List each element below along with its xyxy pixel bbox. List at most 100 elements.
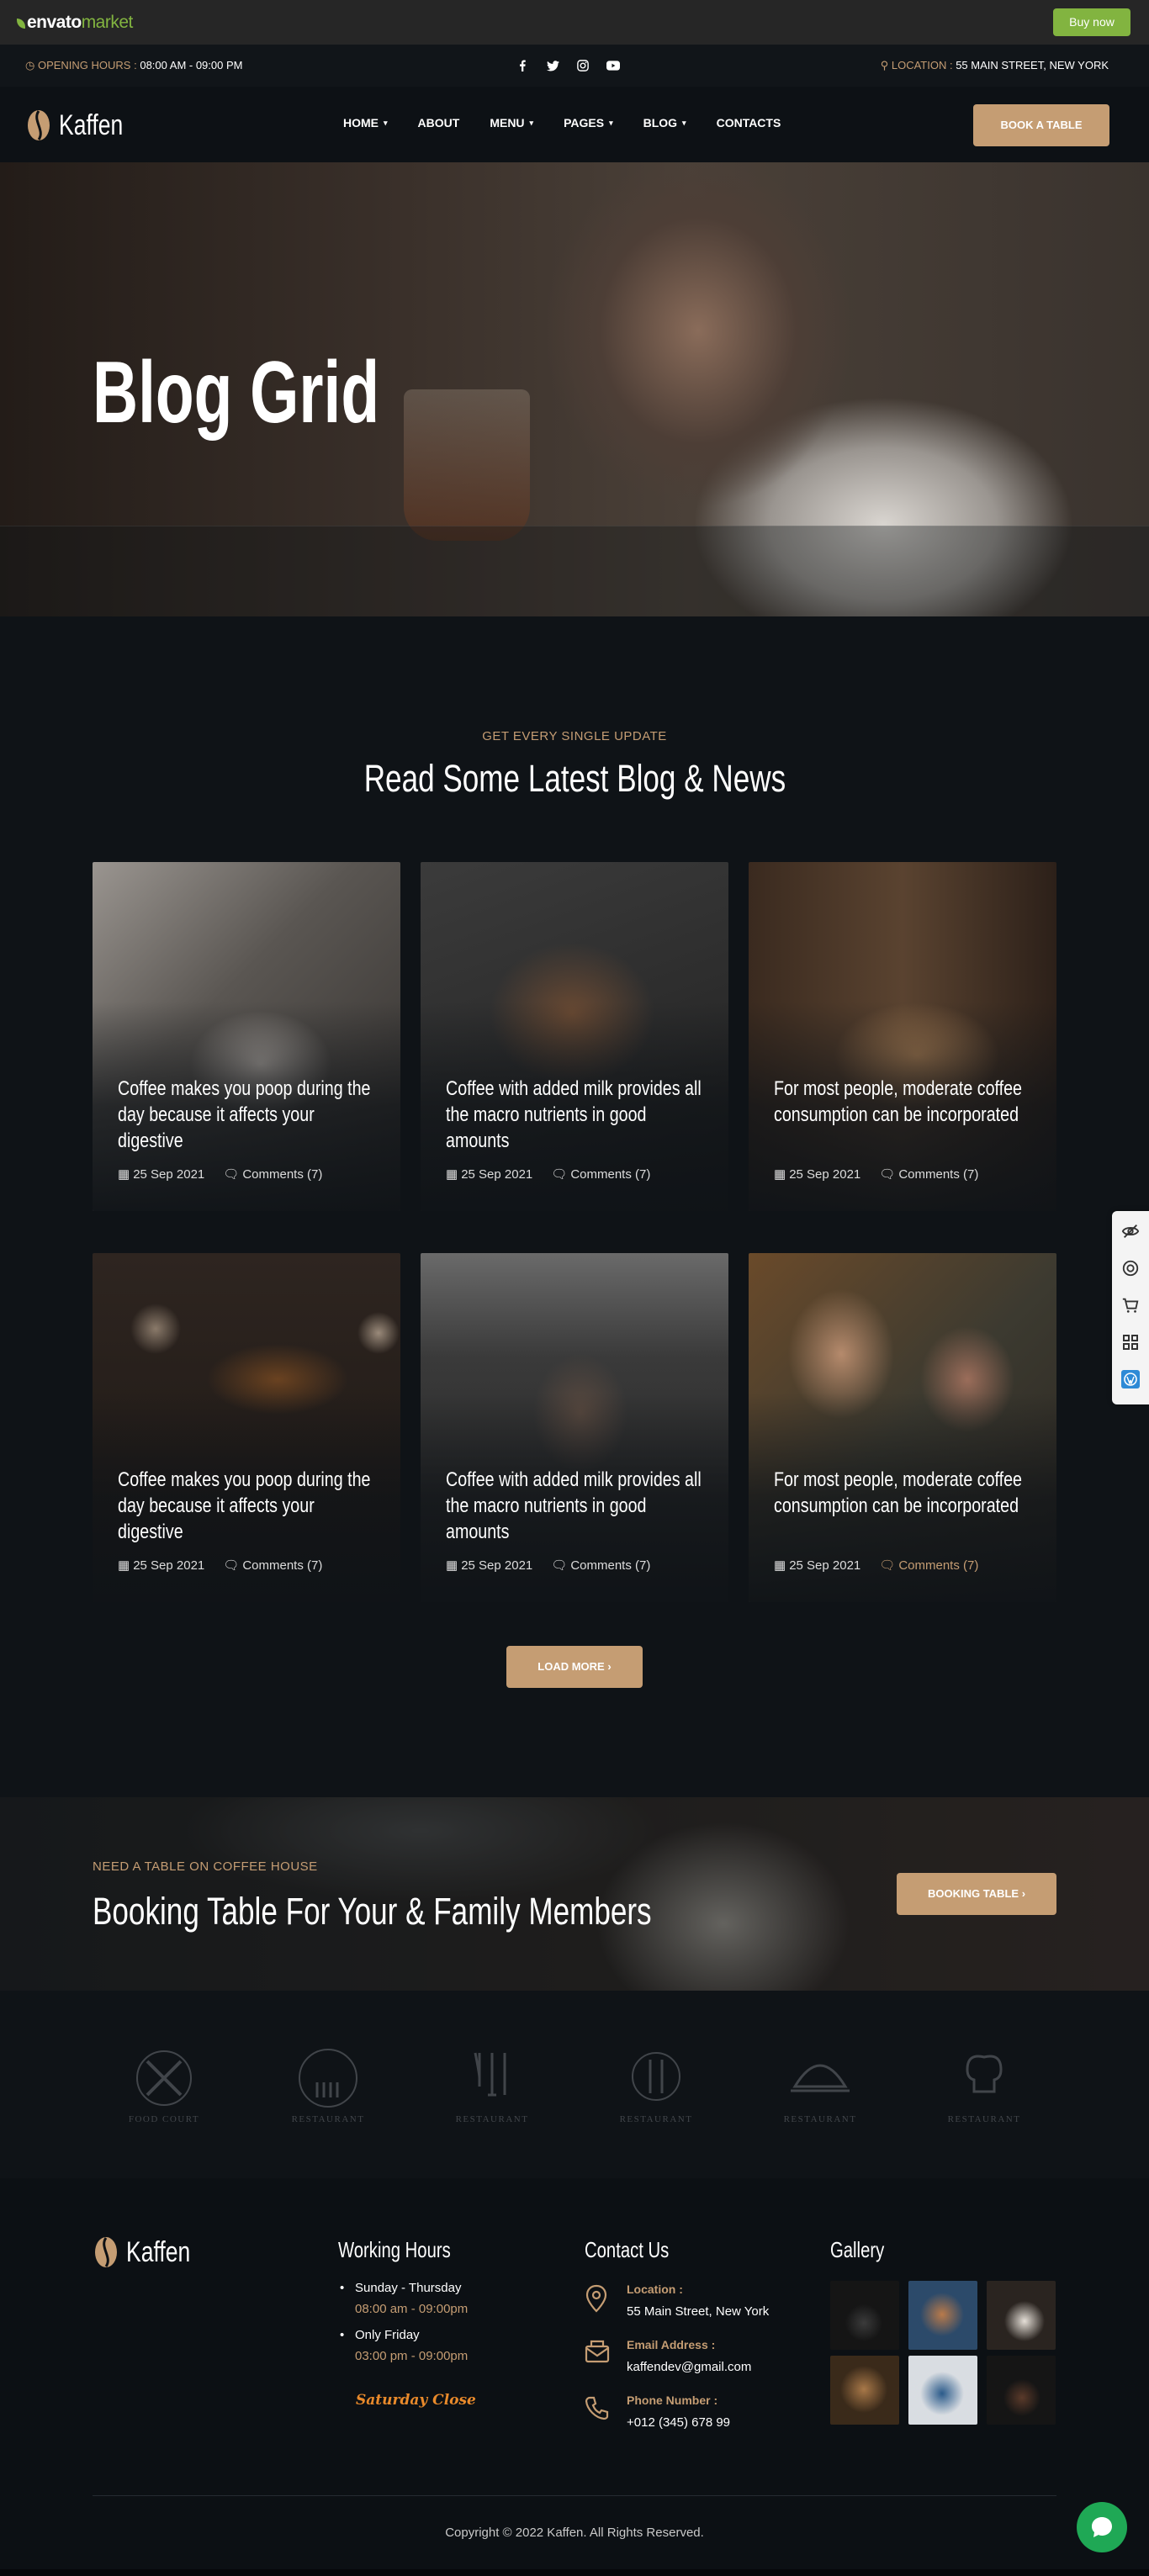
comments-icon: 🗨: [223, 1558, 240, 1573]
map-pin-icon: [585, 2284, 613, 2313]
comments-icon: 🗨: [879, 1558, 896, 1573]
blog-card[interactable]: Coffee with added milk provides all the …: [421, 862, 728, 1211]
clock-icon: ◷: [25, 59, 38, 71]
coffee-bean-icon: [95, 2237, 117, 2267]
calendar-icon: ▦: [774, 1558, 786, 1573]
blog-card[interactable]: For most people, moderate coffee consump…: [749, 1253, 1056, 1602]
blog-card-date: 25 Sep 2021: [789, 1167, 861, 1182]
working-hours-row: Sunday - Thursday 08:00 am - 09:00pm: [338, 2281, 468, 2316]
contact-label: Location :: [627, 2282, 683, 2296]
blog-card-meta: ▦ 25 Sep 2021 🗨 Comments (7): [446, 1166, 650, 1182]
eye-off-icon[interactable]: [1119, 1219, 1142, 1243]
contact-label: Email Address :: [627, 2338, 716, 2351]
nav-item-label: MENU: [490, 116, 525, 130]
envato-logo[interactable]: envatomarket: [17, 13, 133, 33]
nav-item-label: PAGES: [564, 116, 605, 130]
blog-title-wrap: Read Some Latest Blog & News: [0, 757, 1149, 801]
wordpress-icon[interactable]: [1119, 1367, 1142, 1391]
comments-icon: 🗨: [551, 1558, 568, 1573]
blog-card[interactable]: Coffee with added milk provides all the …: [421, 1253, 728, 1602]
nav-item-blog[interactable]: BLOG ▾: [643, 116, 686, 130]
instagram-icon[interactable]: [574, 56, 592, 75]
gallery-thumb[interactable]: [987, 2356, 1056, 2425]
blog-card-title[interactable]: For most people, moderate coffee consump…: [774, 1076, 1036, 1128]
mail-icon: [585, 2340, 613, 2368]
blog-card-title[interactable]: Coffee makes you poop during the day bec…: [118, 1467, 380, 1545]
booking-table-button[interactable]: BOOKING TABLE ›: [897, 1873, 1056, 1915]
blog-card-title[interactable]: Coffee with added milk provides all the …: [446, 1467, 708, 1545]
blog-card-comments[interactable]: Comments (7): [570, 1558, 650, 1573]
contact-value[interactable]: +012 (345) 678 99: [627, 2415, 730, 2430]
footer-divider: [93, 2495, 1056, 2496]
main-navigation: Kaffen HOME ▾ ABOUT MENU ▾ PAGES ▾ BLOG ▾ CO…: [0, 87, 1149, 162]
envato-logo-main: envato: [27, 13, 82, 32]
twitter-icon[interactable]: [543, 56, 562, 75]
partner-logo-restaurant-2: RESTAURANT: [437, 2044, 547, 2124]
contact-value[interactable]: kaffendev@gmail.com: [627, 2360, 751, 2374]
chat-bubble-icon: [1092, 2517, 1112, 2537]
comments-icon: 🗨: [551, 1167, 568, 1182]
youtube-icon[interactable]: [604, 56, 622, 75]
gallery-thumb[interactable]: [908, 2356, 977, 2425]
partner-logo-restaurant-5: RESTAURANT: [929, 2044, 1039, 2124]
gallery-thumb[interactable]: [830, 2281, 899, 2350]
location-label: LOCATION :: [891, 59, 953, 71]
partner-logo-restaurant-3: RESTAURANT: [601, 2044, 711, 2124]
blog-card[interactable]: Coffee makes you poop during the day bec…: [93, 862, 400, 1211]
footer-logo[interactable]: Kaffen: [93, 2235, 209, 2269]
partner-logos: FOOD COURT RESTAURANT RESTAURANT RESTAUR…: [0, 1991, 1149, 2178]
gallery-thumb[interactable]: [908, 2281, 977, 2350]
blog-card-comments[interactable]: Comments (7): [242, 1167, 322, 1182]
card-shade: [421, 1253, 728, 1602]
blog-card-date: 25 Sep 2021: [461, 1167, 533, 1182]
blog-card-comments[interactable]: Comments (7): [898, 1167, 978, 1182]
blog-card[interactable]: Coffee makes you poop during the day bec…: [93, 1253, 400, 1602]
hero-band: [0, 526, 1149, 616]
grid-icon[interactable]: [1119, 1330, 1142, 1354]
top-info-bar: ◷ OPENING HOURS : 08:00 AM - 09:00 PM ⚲ …: [0, 45, 1149, 87]
envato-bar: envatomarket Buy now: [0, 0, 1149, 45]
blog-card-comments[interactable]: Comments (7): [898, 1558, 978, 1573]
blog-card-date: 25 Sep 2021: [133, 1167, 205, 1182]
chevron-down-icon: ▾: [682, 118, 686, 127]
booking-banner: NEED A TABLE ON COFFEE HOUSE Booking Tab…: [0, 1797, 1149, 1991]
nav-item-home[interactable]: HOME ▾: [343, 116, 388, 130]
blog-card-title[interactable]: Coffee with added milk provides all the …: [446, 1076, 708, 1154]
partner-logo-wordmark: FOOD COURT: [128, 2114, 200, 2124]
support-icon[interactable]: [1119, 1256, 1142, 1280]
card-shade: [93, 1253, 400, 1602]
blog-card-title[interactable]: Coffee makes you poop during the day bec…: [118, 1076, 380, 1154]
book-a-table-button[interactable]: BOOK A TABLE: [973, 104, 1109, 146]
working-hours-day: Only Friday: [355, 2328, 420, 2342]
buy-now-button[interactable]: Buy now: [1053, 8, 1130, 36]
cart-icon[interactable]: [1119, 1293, 1142, 1317]
working-hours-list: Sunday - Thursday 08:00 am - 09:00pm Only…: [338, 2281, 468, 2375]
partner-logo-wordmark: RESTAURANT: [455, 2114, 529, 2124]
nav-item-menu[interactable]: MENU ▾: [490, 116, 533, 130]
social-links: [513, 56, 622, 75]
gallery-thumb[interactable]: [987, 2281, 1056, 2350]
nav-item-about[interactable]: ABOUT: [418, 116, 460, 130]
gallery-thumb[interactable]: [830, 2356, 899, 2425]
nav-item-label: ABOUT: [417, 116, 460, 130]
card-shade: [421, 862, 728, 1211]
nav-item-contacts[interactable]: CONTACTS: [717, 116, 781, 130]
calendar-icon: ▦: [118, 1167, 130, 1182]
location-value: 55 MAIN STREET, NEW YORK: [956, 59, 1109, 71]
saturday-closed-note: Saturday Close: [356, 2392, 476, 2409]
gallery-heading: Gallery: [830, 2237, 885, 2262]
blog-card-title[interactable]: For most people, moderate coffee consump…: [774, 1467, 1036, 1519]
chevron-right-icon: ›: [1021, 1887, 1026, 1900]
blog-card-date: 25 Sep 2021: [789, 1558, 861, 1573]
site-logo[interactable]: Kaffen: [25, 108, 141, 142]
chat-button[interactable]: [1077, 2502, 1127, 2552]
coffee-bean-icon: [28, 110, 50, 140]
blog-card-meta: ▦ 25 Sep 2021 🗨 Comments (7): [446, 1558, 650, 1573]
booking-table-label: BOOKING TABLE: [927, 1887, 1019, 1900]
blog-card[interactable]: For most people, moderate coffee consump…: [749, 862, 1056, 1211]
blog-card-comments[interactable]: Comments (7): [242, 1558, 322, 1573]
facebook-icon[interactable]: [513, 56, 532, 75]
load-more-button[interactable]: LOAD MORE ›: [506, 1646, 643, 1688]
nav-item-pages[interactable]: PAGES ▾: [564, 116, 613, 130]
blog-card-comments[interactable]: Comments (7): [570, 1167, 650, 1182]
